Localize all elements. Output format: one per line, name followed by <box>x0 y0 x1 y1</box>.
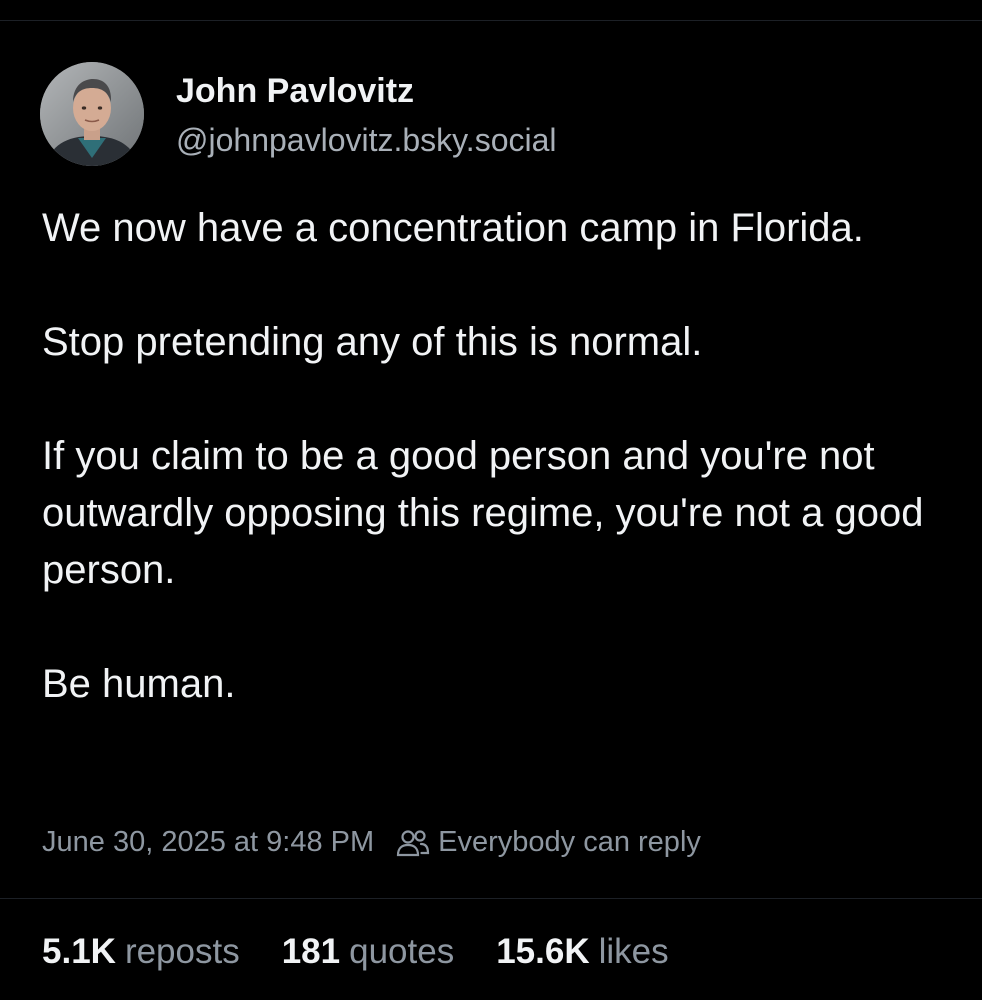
likes-stat[interactable]: 15.6K likes <box>496 932 668 972</box>
author-display-name[interactable]: John Pavlovitz <box>176 72 414 111</box>
post-paragraph: Be human. <box>42 662 236 706</box>
likes-label: likes <box>598 932 669 971</box>
author-handle[interactable]: @johnpavlovitz.bsky.social <box>176 122 557 159</box>
quotes-label: quotes <box>349 932 455 971</box>
reposts-label: reposts <box>124 932 240 971</box>
people-icon <box>396 828 430 858</box>
post-paragraph: If you claim to be a good person and you… <box>42 434 924 592</box>
stats-divider <box>0 898 982 899</box>
post-card: John Pavlovitz @johnpavlovitz.bsky.socia… <box>0 0 982 1000</box>
post-paragraph: Stop pretending any of this is normal. <box>42 320 703 364</box>
likes-count: 15.6K <box>496 932 590 971</box>
reposts-stat[interactable]: 5.1K reposts <box>42 932 240 972</box>
post-meta: June 30, 2025 at 9:48 PM Everybody can r… <box>42 826 701 859</box>
avatar-photo <box>40 62 144 166</box>
post-text: We now have a concentration camp in Flor… <box>42 200 962 713</box>
reply-setting[interactable]: Everybody can reply <box>438 826 701 859</box>
author-avatar[interactable] <box>40 62 144 166</box>
post-timestamp[interactable]: June 30, 2025 at 9:48 PM <box>42 826 374 859</box>
quotes-count: 181 <box>281 932 341 971</box>
post-paragraph: We now have a concentration camp in Flor… <box>42 206 864 250</box>
quotes-stat[interactable]: 181 quotes <box>282 932 455 972</box>
post-stats: 5.1K reposts 181 quotes 15.6K likes <box>42 932 711 972</box>
reposts-count: 5.1K <box>42 932 116 971</box>
